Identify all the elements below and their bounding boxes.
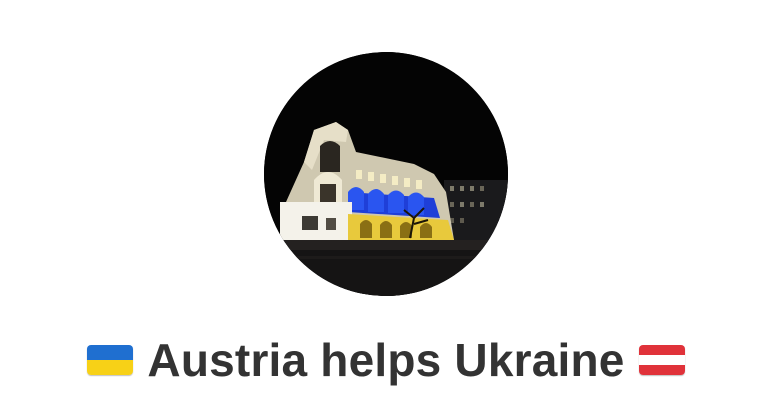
ukraine-flag-icon (87, 345, 134, 375)
avatar[interactable] (264, 52, 508, 296)
title-row: Austria helps Ukraine (0, 332, 772, 388)
austria-flag-icon (638, 345, 685, 375)
page-title: Austria helps Ukraine (147, 334, 625, 386)
avatar-photo (264, 52, 508, 296)
profile-header: Austria helps Ukraine (0, 0, 772, 404)
